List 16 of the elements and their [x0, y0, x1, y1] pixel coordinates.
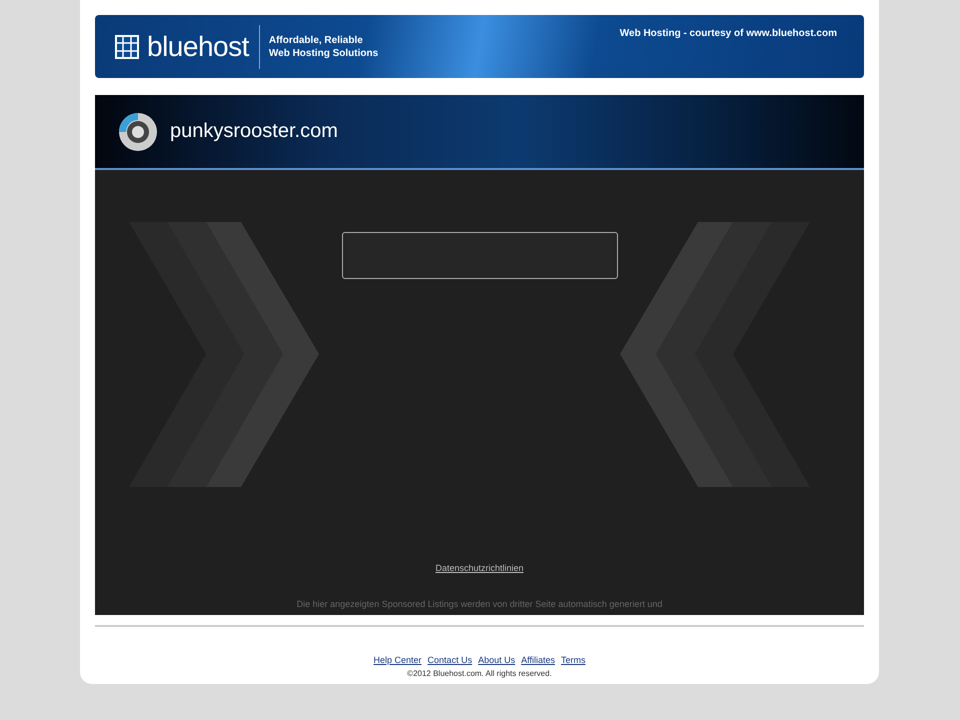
footer-link[interactable]: Affiliates	[521, 655, 555, 665]
footer-link[interactable]: About Us	[478, 655, 516, 665]
disclaimer-text: Die hier angezeigten Sponsored Listings werden von dritter Seite automatisch generiert und	[296, 599, 662, 609]
footer-link[interactable]: Terms	[560, 655, 586, 665]
footer-link[interactable]: Contact Us	[428, 655, 472, 665]
tagline: Web Hosting Solutions	[268, 46, 378, 60]
search-field[interactable]	[342, 232, 618, 280]
courtesy-text: Web Hosting - courtesy of www.bluehost.com	[620, 28, 837, 39]
grid-logo-icon	[115, 34, 139, 59]
copyright-text: ©2012 Bluehost.com. All rights reserved.	[407, 669, 552, 678]
tagline: Affordable, Reliable	[268, 34, 364, 47]
footer-link[interactable]: Help Center	[374, 655, 422, 665]
domain-name: punkysrooster.com	[170, 120, 338, 144]
logo-text: bluehost	[147, 30, 249, 63]
privacy-link[interactable]: Datenschutzrichtlinien	[435, 563, 524, 573]
circle-logo-icon	[118, 112, 158, 152]
